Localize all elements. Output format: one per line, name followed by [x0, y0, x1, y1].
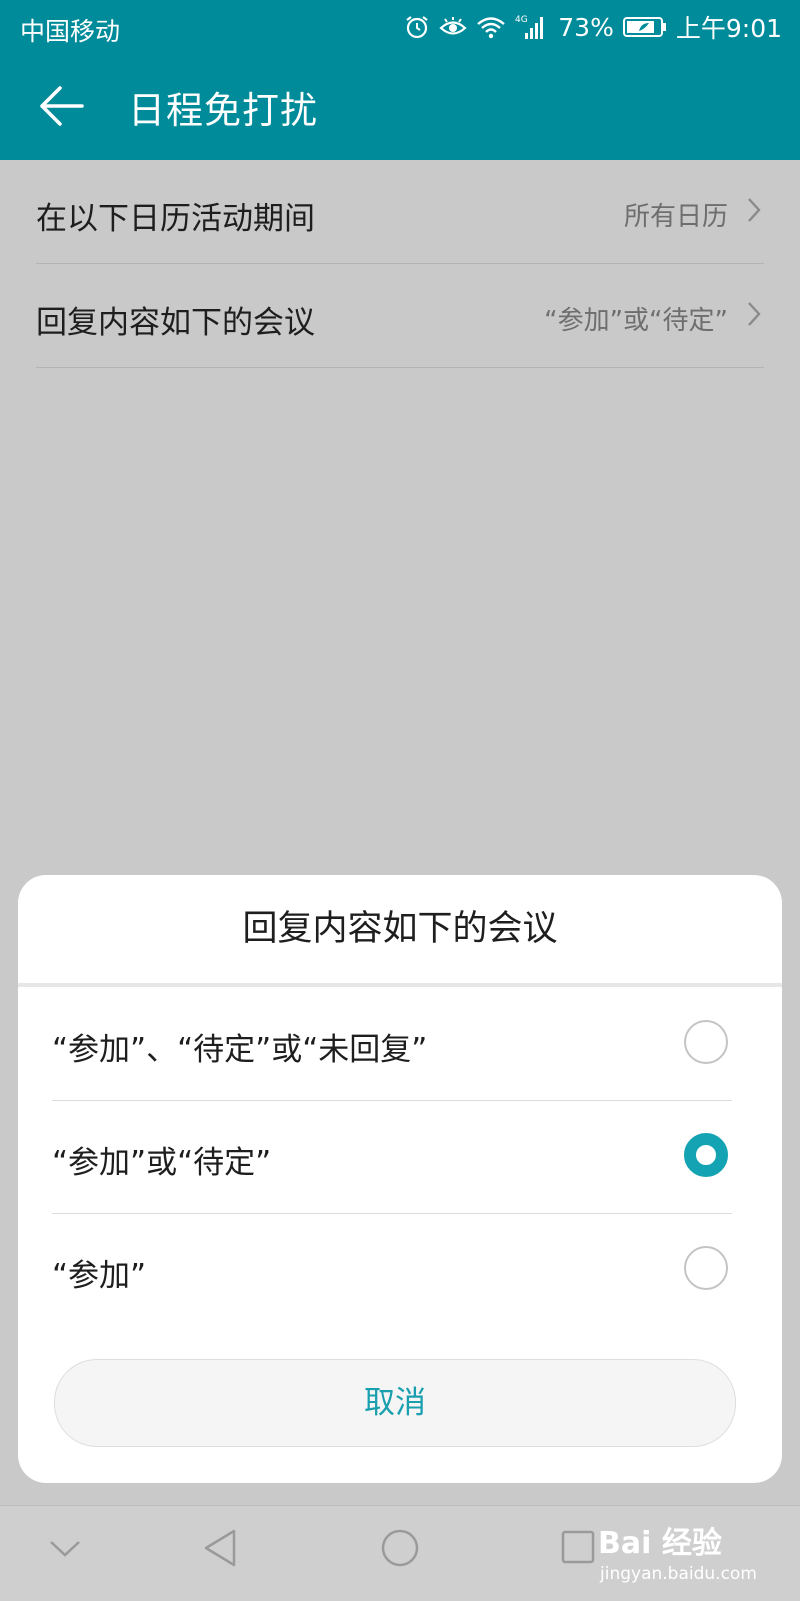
chevron-right-icon — [746, 196, 762, 228]
back-button[interactable] — [38, 84, 86, 128]
watermark-logo: Bai 经验 — [598, 1526, 722, 1561]
option-label: “参加”、“待定”或“未回复” — [52, 1032, 428, 1068]
option-attend-tentative-noreply[interactable]: “参加”、“待定”或“未回复” — [52, 987, 732, 1101]
carrier-label: 中国移动 — [20, 17, 121, 46]
app-bar: 日程免打扰 — [0, 52, 800, 160]
status-icons: 4G 73% 上午9:01 — [404, 10, 782, 44]
collapse-chevron-icon[interactable] — [48, 1538, 82, 1564]
back-arrow-icon — [40, 86, 84, 126]
radio-unselected-icon[interactable] — [684, 1246, 728, 1290]
network-type-label: 4G — [515, 15, 528, 25]
battery-percent: 73% — [558, 12, 614, 42]
watermark-url: jingyan.baidu.com — [600, 1564, 757, 1584]
home-circle-icon[interactable] — [380, 1528, 420, 1572]
back-triangle-icon[interactable] — [202, 1528, 238, 1572]
setting-meeting-response[interactable]: 回复内容如下的会议 “参加”或“待定” — [36, 264, 764, 368]
wifi-icon — [476, 15, 506, 39]
setting-value: 所有日历 — [623, 202, 728, 232]
selection-dialog: 回复内容如下的会议 “参加”、“待定”或“未回复” “参加”或“待定” “参加”… — [18, 875, 782, 1483]
eye-comfort-icon — [439, 15, 467, 39]
battery-icon — [622, 16, 667, 38]
clock-time: 上午9:01 — [675, 14, 782, 43]
chevron-right-icon — [746, 300, 762, 332]
radio-unselected-icon[interactable] — [684, 1020, 728, 1064]
dialog-title: 回复内容如下的会议 — [242, 909, 558, 949]
option-label: “参加” — [52, 1258, 147, 1294]
radio-selected-icon[interactable] — [684, 1133, 728, 1177]
setting-calendar-events[interactable]: 在以下日历活动期间 所有日历 — [36, 160, 764, 264]
option-attend-tentative[interactable]: “参加”或“待定” — [52, 1100, 732, 1214]
signal-icon: 4G — [515, 13, 549, 41]
alarm-icon — [404, 14, 430, 40]
baidu-jingyan-watermark: Bai 经验 jingyan.baidu.com — [590, 1512, 760, 1592]
setting-label: 回复内容如下的会议 — [36, 305, 315, 341]
status-bar: 中国移动 4G 73% 上午9:01 — [0, 0, 800, 52]
settings-list: 在以下日历活动期间 所有日历 回复内容如下的会议 “参加”或“待定” — [0, 160, 800, 368]
setting-label: 在以下日历活动期间 — [36, 201, 315, 237]
option-attend[interactable]: “参加” — [52, 1213, 732, 1326]
page-title: 日程免打扰 — [128, 89, 318, 132]
cancel-button[interactable]: 取消 — [54, 1359, 736, 1447]
setting-value: “参加”或“待定” — [544, 306, 728, 336]
option-label: “参加”或“待定” — [52, 1145, 272, 1181]
